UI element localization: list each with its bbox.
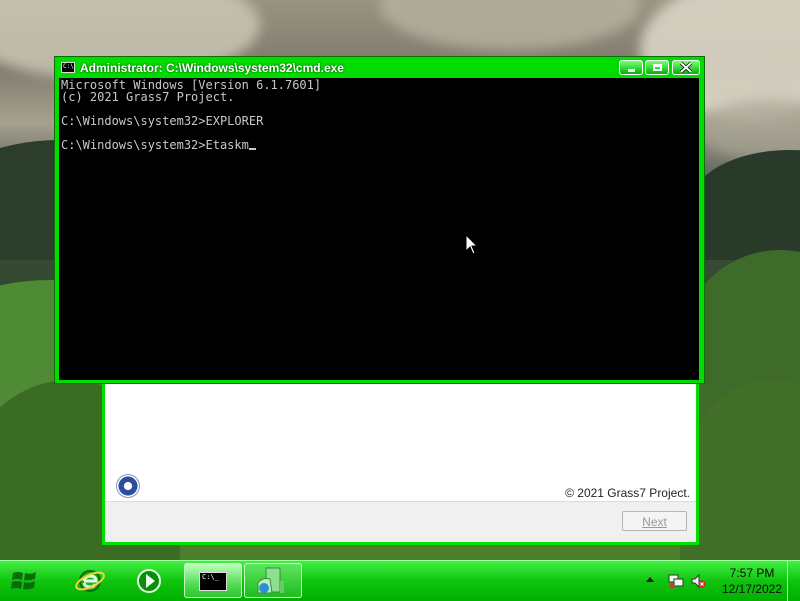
cmd-window[interactable]: C:\ Administrator: C:\Windows\system32\c… <box>54 56 705 384</box>
clock[interactable]: 7:57 PM 12/17/2022 <box>714 565 790 597</box>
clock-date: 12/17/2022 <box>721 582 783 596</box>
window-title: Administrator: C:\Windows\system32\cmd.e… <box>80 61 344 75</box>
grass7-logo-icon <box>116 474 140 498</box>
taskbar: C:\_ 7:57 PM 12/17/2022 <box>0 560 800 601</box>
system-tray: 7:57 PM 12/17/2022 <box>630 561 800 601</box>
start-windows-icon <box>11 572 36 590</box>
console-output[interactable]: Microsoft Windows [Version 6.1.7601] (c)… <box>59 78 699 380</box>
cmd-taskbar-icon: C:\_ <box>199 572 227 591</box>
setup-window: © 2021 Grass7 Project. Next <box>102 376 699 545</box>
setup-installer-icon <box>257 567 284 594</box>
close-icon <box>679 61 693 74</box>
setup-copyright: © 2021 Grass7 Project. <box>565 486 690 500</box>
text-cursor <box>248 148 256 150</box>
internet-explorer-pin[interactable] <box>74 566 106 596</box>
console-input-line[interactable]: C:\Windows\system32>Etaskm <box>61 139 697 151</box>
internet-explorer-icon <box>75 570 105 592</box>
console-line: (c) 2021 Grass7 Project. <box>61 90 235 104</box>
taskbar-setup-button[interactable] <box>244 563 302 598</box>
volume-muted-icon[interactable] <box>690 573 706 589</box>
cmd-icon[interactable]: C:\ <box>61 62 75 73</box>
media-player-pin[interactable] <box>134 566 166 596</box>
maximize-button[interactable] <box>645 60 669 75</box>
close-button[interactable] <box>672 60 700 75</box>
media-player-icon <box>137 569 161 593</box>
taskbar-cmd-button[interactable]: C:\_ <box>184 563 242 598</box>
setup-window-body: © 2021 Grass7 Project. Next <box>105 379 696 542</box>
show-hidden-icons-icon[interactable] <box>646 577 654 582</box>
show-desktop-button[interactable] <box>787 561 800 601</box>
console-line: C:\Windows\system32>EXPLORER <box>61 114 264 128</box>
console-line: C:\Windows\system32>Etaskm <box>61 138 249 152</box>
cmd-titlebar[interactable]: C:\ Administrator: C:\Windows\system32\c… <box>55 57 704 79</box>
mouse-pointer-icon <box>465 234 479 255</box>
start-button[interactable] <box>10 568 38 594</box>
next-button[interactable]: Next <box>622 511 687 531</box>
clock-time: 7:57 PM <box>729 566 775 580</box>
network-icon[interactable] <box>668 573 684 589</box>
setup-footer: Next <box>105 501 696 542</box>
minimize-button[interactable] <box>619 60 643 75</box>
